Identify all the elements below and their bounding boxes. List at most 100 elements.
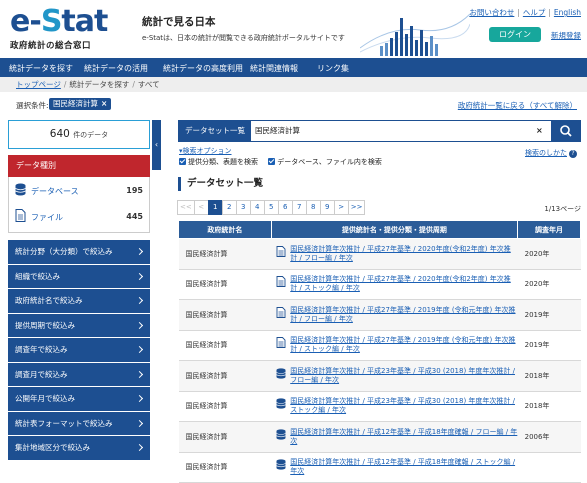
results-title: データセット一覧 xyxy=(178,177,263,191)
database-icon xyxy=(276,429,286,440)
site-header: e-Stat 政府統計の総合窓口 統計で見る日本 e-Statは、日本の統計が閲… xyxy=(0,0,587,58)
page-4[interactable]: 4 xyxy=(249,200,265,215)
data-type-file[interactable]: ファイル 445 xyxy=(9,203,149,229)
row-title-cell: 国民経済計算年次推計 / 平成12年基準 / 平成18年度確報 / ストック編 … xyxy=(271,452,518,483)
row-year: 2020年 xyxy=(517,269,581,300)
row-stat-name: 国民経済計算 xyxy=(178,452,272,483)
data-type-database-label: データベース xyxy=(31,187,79,196)
page-6[interactable]: 6 xyxy=(277,200,293,215)
reset-conditions-link[interactable]: 政府統計一覧に戻る（すべて解除） xyxy=(458,100,577,111)
page-next[interactable]: > xyxy=(333,200,349,215)
row-year: 2006年 xyxy=(517,421,581,453)
page-5[interactable]: 5 xyxy=(263,200,279,215)
row-stat-name: 国民経済計算 xyxy=(178,238,272,270)
row-title-cell: 国民経済計算年次推計 / 平成27年基準 / 2019年度 (令和元年度) 年次… xyxy=(271,299,518,331)
filter-release-date[interactable]: 公開年月で絞込み xyxy=(8,387,150,412)
check-classification-label: 提供分類、表題を検索 xyxy=(188,158,258,166)
check-database-file[interactable]: データベース、ファイル内を検索 xyxy=(268,158,382,166)
table-row: 国民経済計算 国民経済計算年次推計 / 平成12年基準 / 平成18年度確報 / … xyxy=(178,452,581,483)
clear-search-icon[interactable]: × xyxy=(536,121,543,141)
row-title-link[interactable]: 国民経済計算年次推計 / 平成27年基準 / 2019年度 (令和元年度) 年次… xyxy=(290,306,517,324)
database-icon xyxy=(276,459,286,470)
search-scope-select[interactable]: データセット一覧▼ xyxy=(179,121,251,155)
data-type-file-count: 445 xyxy=(126,212,143,221)
column-stat-name[interactable]: 政府統計名 xyxy=(178,220,272,239)
search-help-link[interactable]: 検索のしかた? xyxy=(525,148,577,158)
file-icon xyxy=(276,337,286,349)
contact-link[interactable]: お問い合わせ xyxy=(469,8,514,17)
page-7[interactable]: 7 xyxy=(291,200,307,215)
page-9[interactable]: 9 xyxy=(319,200,335,215)
table-row: 国民経済計算 国民経済計算年次推計 / 平成23年基準 / 平成30 (2018)… xyxy=(178,391,581,422)
checkbox-checked-icon xyxy=(179,158,186,165)
filter-area[interactable]: 集計地域区分で絞込み xyxy=(8,436,150,461)
row-year: 2018年 xyxy=(517,391,581,422)
page-prev: < xyxy=(193,200,209,215)
row-title-link[interactable]: 国民経済計算年次推計 / 平成12年基準 / 平成18年度確報 / ストック編 … xyxy=(290,458,517,476)
breadcrumb-top[interactable]: トップページ xyxy=(16,80,61,89)
breadcrumb-all: すべて xyxy=(137,80,160,89)
row-year: 2020年 xyxy=(517,238,581,270)
logo-wordmark: e-Stat xyxy=(10,4,108,39)
filter-cycle[interactable]: 提供周期で絞込み xyxy=(8,313,150,338)
nav-links[interactable]: リンク集 xyxy=(317,63,349,74)
column-year[interactable]: 調査年月 xyxy=(517,220,581,239)
row-title-link[interactable]: 国民経済計算年次推計 / 平成27年基準 / 2020年度(令和2年度) 年次推… xyxy=(290,245,517,263)
table-row: 国民経済計算 国民経済計算年次推計 / 平成27年基準 / 2019年度 (令和元… xyxy=(178,330,581,361)
row-title-link[interactable]: 国民経済計算年次推計 / 平成27年基準 / 2019年度 (令和元年度) 年次… xyxy=(290,336,517,354)
login-button[interactable]: ログイン xyxy=(489,27,541,42)
search-icon xyxy=(560,125,572,137)
row-year xyxy=(517,452,581,483)
row-title-cell: 国民経済計算年次推計 / 平成23年基準 / 平成30 (2018) 年度年次推… xyxy=(271,391,518,422)
check-classification[interactable]: 提供分類、表題を検索 xyxy=(179,158,258,166)
nav-related-info[interactable]: 統計関連情報 xyxy=(250,63,298,74)
filter-table-format[interactable]: 統計表フォーマットで絞込み xyxy=(8,411,150,436)
file-icon xyxy=(276,306,286,318)
nav-advanced-use[interactable]: 統計データの高度利用 xyxy=(163,63,243,74)
row-year: 2019年 xyxy=(517,299,581,331)
search-button[interactable] xyxy=(551,120,581,142)
database-icon xyxy=(276,398,286,409)
row-stat-name: 国民経済計算 xyxy=(178,330,272,361)
file-icon xyxy=(15,209,26,222)
row-stat-name: 国民経済計算 xyxy=(178,299,272,331)
help-link[interactable]: ヘルプ xyxy=(523,8,546,17)
page-8[interactable]: 8 xyxy=(305,200,321,215)
nav-find-data[interactable]: 統計データを探す xyxy=(9,63,73,74)
nav-use-data[interactable]: 統計データの活用 xyxy=(84,63,148,74)
filter-stat-name[interactable]: 政府統計名で絞込み xyxy=(8,289,150,314)
estat-logo[interactable]: e-Stat 政府統計の総合窓口 xyxy=(10,4,120,52)
selected-conditions: 選択条件: 国民経済計算 × 政府統計一覧に戻る（すべて解除） xyxy=(0,96,587,114)
filter-stat-field[interactable]: 統計分野（大分類）で絞込み xyxy=(8,240,150,265)
data-type-database[interactable]: データベース 195 xyxy=(9,177,149,203)
row-title-link[interactable]: 国民経済計算年次推計 / 平成23年基準 / 平成30 (2018) 年度年次推… xyxy=(290,367,517,385)
column-title[interactable]: 提供統計名・提供分類・提供周期 xyxy=(270,220,519,239)
page-2[interactable]: 2 xyxy=(221,200,237,215)
row-title-link[interactable]: 国民経済計算年次推計 / 平成23年基準 / 平成30 (2018) 年度年次推… xyxy=(290,397,517,415)
remove-condition-icon[interactable]: × xyxy=(101,99,107,108)
filter-survey-month[interactable]: 調査月で絞込み xyxy=(8,362,150,387)
search-options-label: 検索オプション xyxy=(182,147,232,155)
data-type-list: データベース 195 ファイル 445 xyxy=(8,177,150,233)
condition-chip[interactable]: 国民経済計算 × xyxy=(49,98,112,110)
row-title-link[interactable]: 国民経済計算年次推計 / 平成27年基準 / 2020年度(令和2年度) 年次推… xyxy=(290,275,517,293)
row-title-cell: 国民経済計算年次推計 / 平成12年基準 / 平成18年度確報 / フロー編 /… xyxy=(271,421,518,453)
row-year: 2019年 xyxy=(517,330,581,361)
page-3[interactable]: 3 xyxy=(235,200,251,215)
signup-link[interactable]: 新規登録 xyxy=(551,30,581,41)
english-link[interactable]: English xyxy=(554,8,581,17)
row-stat-name: 国民経済計算 xyxy=(178,421,272,453)
filter-organization[interactable]: 組織で絞込み xyxy=(8,264,150,289)
row-title-link[interactable]: 国民経済計算年次推計 / 平成12年基準 / 平成18年度確報 / フロー編 /… xyxy=(290,428,517,446)
search-input[interactable]: 国民経済計算 xyxy=(255,121,300,141)
table-row: 国民経済計算 国民経済計算年次推計 / 平成27年基準 / 2020年度(令和2年… xyxy=(178,269,581,300)
table-header-row: 政府統計名 提供統計名・提供分類・提供周期 調査年月 xyxy=(178,220,581,239)
filter-survey-year[interactable]: 調査年で絞込み xyxy=(8,338,150,363)
database-icon xyxy=(276,368,286,379)
collapse-sidebar-button[interactable]: ‹ xyxy=(152,120,161,170)
file-icon xyxy=(276,245,286,257)
page-1[interactable]: 1 xyxy=(207,200,223,215)
page-last[interactable]: >> xyxy=(347,200,366,215)
search-options-link[interactable]: ▾検索オプション xyxy=(179,146,232,156)
result-count-value: 640 xyxy=(49,128,70,140)
